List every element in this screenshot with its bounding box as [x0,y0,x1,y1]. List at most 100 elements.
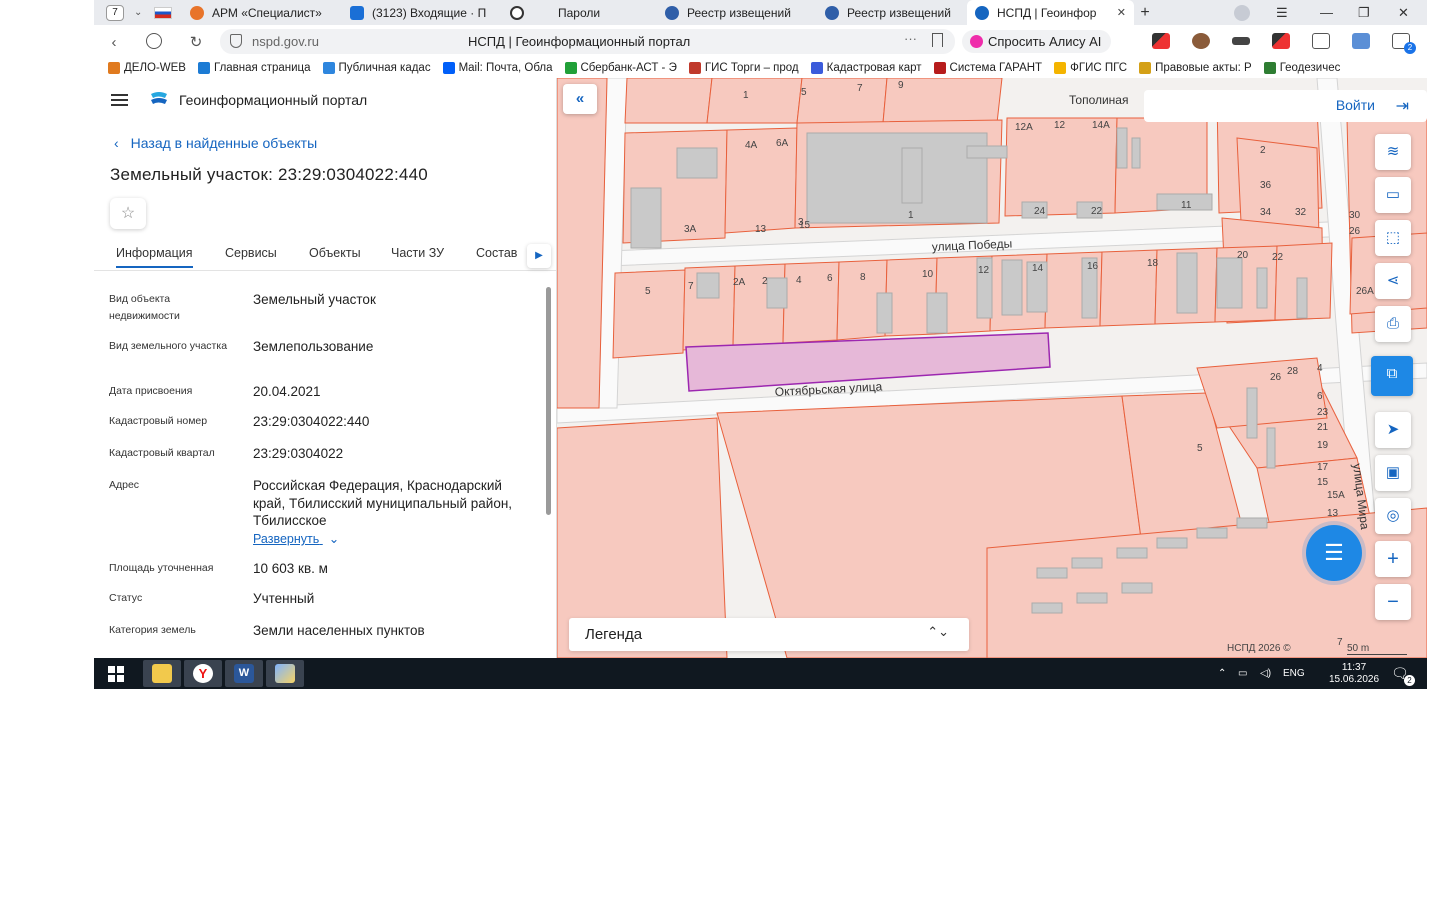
back-icon[interactable]: ‹ [94,34,134,51]
minimap-icon[interactable]: ▣ [1375,455,1411,491]
bookmark-item[interactable]: Публичная кадас [322,62,431,74]
collapse-panel-button[interactable]: « [563,84,597,114]
tab-objects[interactable]: Объекты [309,246,361,260]
print-icon[interactable]: ⎙ [1375,306,1411,342]
bookmark-item[interactable]: Mail: Почта, Обла [442,62,553,74]
tab-information[interactable]: Информация [116,246,193,268]
search-coordinates-icon[interactable]: ◎ [1375,498,1411,534]
bookmark-item[interactable]: Система ГАРАНТ [933,62,1042,74]
building [1196,527,1228,539]
tab-composition[interactable]: Состав [476,246,517,260]
attr-label: Дата присвоения [109,385,193,397]
expand-updown-icon[interactable]: ⌃⌄ [927,624,949,640]
kontur-extension-icon[interactable] [1152,33,1170,49]
hat-extension-icon[interactable] [1232,37,1250,45]
owl-extension-icon[interactable] [1192,33,1210,49]
legend-bar[interactable]: Легенда ⌃⌄ [569,618,969,651]
network-icon[interactable]: ▭ [1238,658,1247,689]
screen: 7 ⌄ АРМ «Специалист» (3123) Входящие · П… [94,0,1427,689]
land-parcel[interactable] [624,78,713,124]
parcel-number-label: 22 [1272,252,1284,263]
street-label-topolinaya: Тополиная [1069,93,1128,107]
parcel-number-label: 1 [743,90,749,101]
parcel-number-label: 14 [1032,263,1044,274]
bookmark-label: Mail: Почта, Обла [458,62,553,74]
land-parcel[interactable] [1196,357,1328,429]
more-icon[interactable]: ··· [904,31,917,46]
url-text[interactable]: nspd.gov.ru [252,34,319,49]
zoom-to-object-icon[interactable]: ⧉ [1371,356,1413,396]
restore-icon[interactable]: ❐ [1358,0,1370,25]
scrollbar-thumb[interactable] [546,287,551,515]
tray-expand-icon[interactable]: ⌃ [1218,658,1226,689]
windows-start-icon[interactable] [108,666,124,682]
bookmark-item[interactable]: Кадастровая карт [810,62,922,74]
zoom-in-icon[interactable]: + [1375,541,1411,577]
kontur-extension-2-icon[interactable] [1272,33,1290,49]
land-parcel[interactable] [612,269,686,359]
zoom-out-icon[interactable]: − [1375,584,1411,620]
taskbar-word[interactable]: W [225,660,263,687]
tab-land-parts[interactable]: Части ЗУ [391,246,444,260]
ruler-icon[interactable]: ▭ [1375,177,1411,213]
language-indicator[interactable]: ENG [1283,658,1305,689]
chat-support-icon[interactable]: ☰ [1306,525,1362,581]
panel-scrollbar[interactable] [545,282,552,656]
bookmark-item[interactable]: Сбербанк-АСТ - Э [564,62,677,74]
cadastral-map[interactable]: 1 5 7 9 12А 12 14А 4А 6А 2 36 34 32 30 26 24 22 11 13 15 3А 3… [557,78,1427,658]
tab-nspd[interactable]: НСПД | Геоинфор ✕ [967,0,1134,25]
bookmark-item[interactable]: Геодезичес [1263,62,1340,74]
parcel-number-label: 6 [827,273,833,284]
volume-icon[interactable]: ◁) [1260,658,1271,689]
object-info-panel: Геоинформационный портал ‹ Назад в найден… [94,78,557,658]
close-tab-icon[interactable]: ✕ [1111,6,1126,19]
land-parcel[interactable] [706,78,803,124]
bookmark-item[interactable]: Главная страница [197,62,311,74]
taskbar-yandex-browser[interactable]: Y [184,660,222,687]
tab-mail-inbox[interactable]: (3123) Входящие · П [342,0,502,25]
tab-passwords[interactable]: Пароли [502,0,657,25]
expand-address-link[interactable]: Развернуть ⌄ [253,531,339,546]
land-parcel[interactable] [796,78,888,124]
minimize-icon[interactable]: — [1320,0,1333,25]
taskbar-file-explorer[interactable] [143,660,181,687]
sidebar-panel-icon[interactable] [1312,33,1330,49]
bookmark-item[interactable]: Правовые акты: Р [1139,62,1252,74]
geolocation-icon[interactable]: ➤ [1375,412,1411,448]
tab-registry-2[interactable]: Реестр извещений [817,0,967,25]
close-window-icon[interactable]: ✕ [1398,0,1409,25]
login-label[interactable]: Войти [1336,97,1375,113]
hamburger-menu-icon[interactable] [111,94,128,109]
tab-list-chevron-icon[interactable]: ⌄ [134,7,148,18]
tab-count-badge[interactable]: 7 [106,4,124,21]
favorite-star-button[interactable]: ☆ [110,198,146,229]
tab-services[interactable]: Сервисы [225,246,277,260]
bookmark-icon[interactable] [932,33,943,47]
tabs-next-arrow-icon[interactable]: ▶ [527,244,551,268]
taskbar-paint[interactable] [266,660,304,687]
attr-label: Вид земельного участка [109,340,228,352]
tab-registry-1[interactable]: Реестр извещений [657,0,817,25]
share-icon[interactable]: ⋖ [1375,263,1411,299]
bookmark-favicon-icon [688,62,701,74]
bookmark-item[interactable]: ГИС Торги – прод [688,62,799,74]
tab-arm-specialist[interactable]: АРМ «Специалист» [182,0,342,25]
browser-menu-icon[interactable]: ☰ [1276,0,1288,25]
select-area-icon[interactable]: ⬚ [1375,220,1411,256]
bookmark-item[interactable]: ДЕЛО-WEB [108,62,186,74]
clock[interactable]: 11:37 15.06.2026 [1329,662,1379,689]
profile-icon[interactable] [1234,0,1250,25]
land-parcel[interactable] [557,78,608,409]
back-to-results-link[interactable]: ‹ Назад в найденные объекты [114,135,317,151]
new-tab-button[interactable]: + [1134,4,1156,22]
building [1001,259,1023,316]
layers-icon[interactable]: ≋ [1375,134,1411,170]
map-canvas[interactable]: 1 5 7 912А 12 14А4А 6А23634 32 302624 221113 153А3… [557,78,1427,658]
shield-icon[interactable] [230,34,242,48]
login-arrow-icon[interactable]: ⇥ [1396,96,1409,116]
ask-alisa-button[interactable]: Спросить Алису AI [962,30,1112,53]
cards-extension-icon[interactable] [1352,33,1370,49]
bookmark-item[interactable]: ФГИС ПГС [1054,62,1127,74]
yandex-protect-icon[interactable] [146,33,162,49]
reload-icon[interactable]: ↻ [176,33,216,51]
